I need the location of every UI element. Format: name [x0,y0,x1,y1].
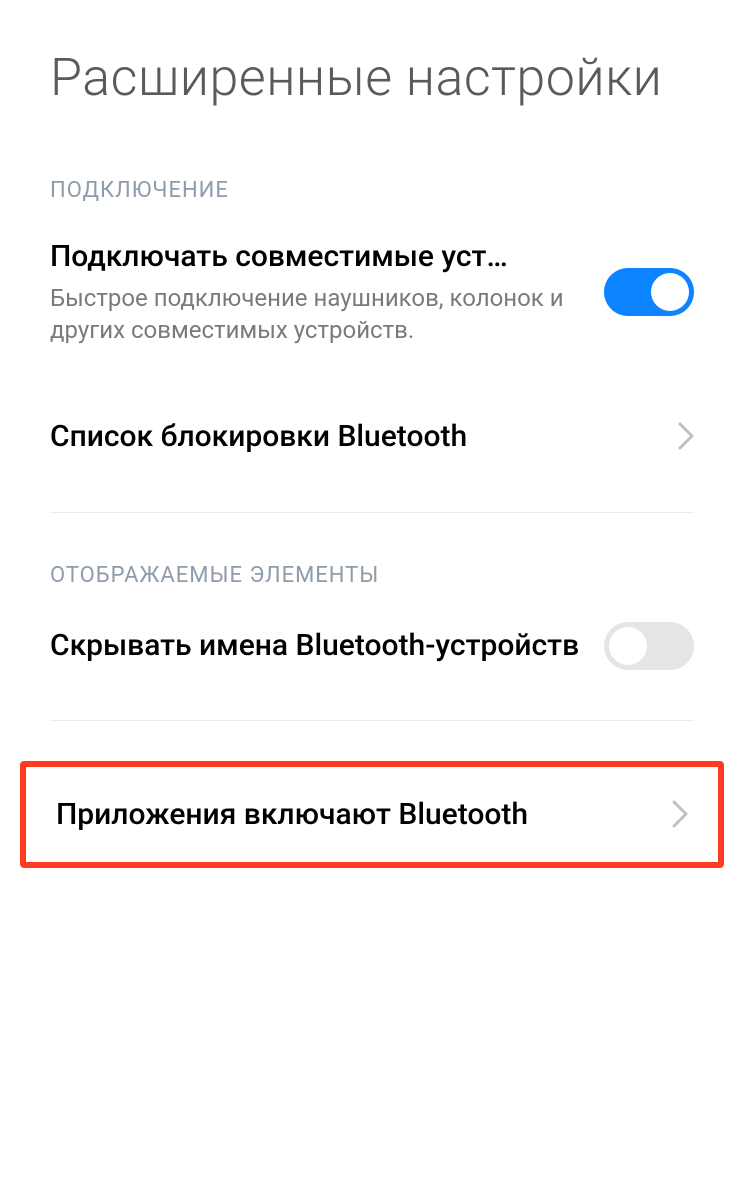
chevron-right-icon [672,800,688,828]
page-title: Расширенные настройки [0,0,744,128]
setting-text: Подключать совместимые уст… Быстрое подк… [50,237,604,347]
setting-title: Подключать совместимые уст… [50,237,584,276]
setting-bluetooth-blocklist[interactable]: Список блокировки Bluetooth [0,389,744,484]
toggle-knob [651,273,689,311]
link-title: Приложения включают Bluetooth [56,797,528,832]
setting-title: Скрывать имена Bluetooth-устройств [50,627,584,665]
setting-text: Скрывать имена Bluetooth-устройств [50,627,604,665]
setting-description: Быстрое подключение наушников, колонок и… [50,282,584,347]
toggle-compatible-devices[interactable] [604,268,694,316]
setting-compatible-devices[interactable]: Подключать совместимые уст… Быстрое подк… [0,215,744,369]
setting-apps-enable-bluetooth[interactable]: Приложения включают Bluetooth [20,761,724,868]
section-header-displayed: ОТОБРАЖАЕМЫЕ ЭЛЕМЕНТЫ [0,513,744,600]
setting-hide-bluetooth-names[interactable]: Скрывать имена Bluetooth-устройств [0,600,744,692]
divider [50,720,694,721]
link-title: Список блокировки Bluetooth [50,419,467,454]
toggle-knob [609,627,647,665]
chevron-right-icon [678,422,694,450]
toggle-hide-names[interactable] [604,622,694,670]
section-header-connection: ПОДКЛЮЧЕНИЕ [0,128,744,215]
